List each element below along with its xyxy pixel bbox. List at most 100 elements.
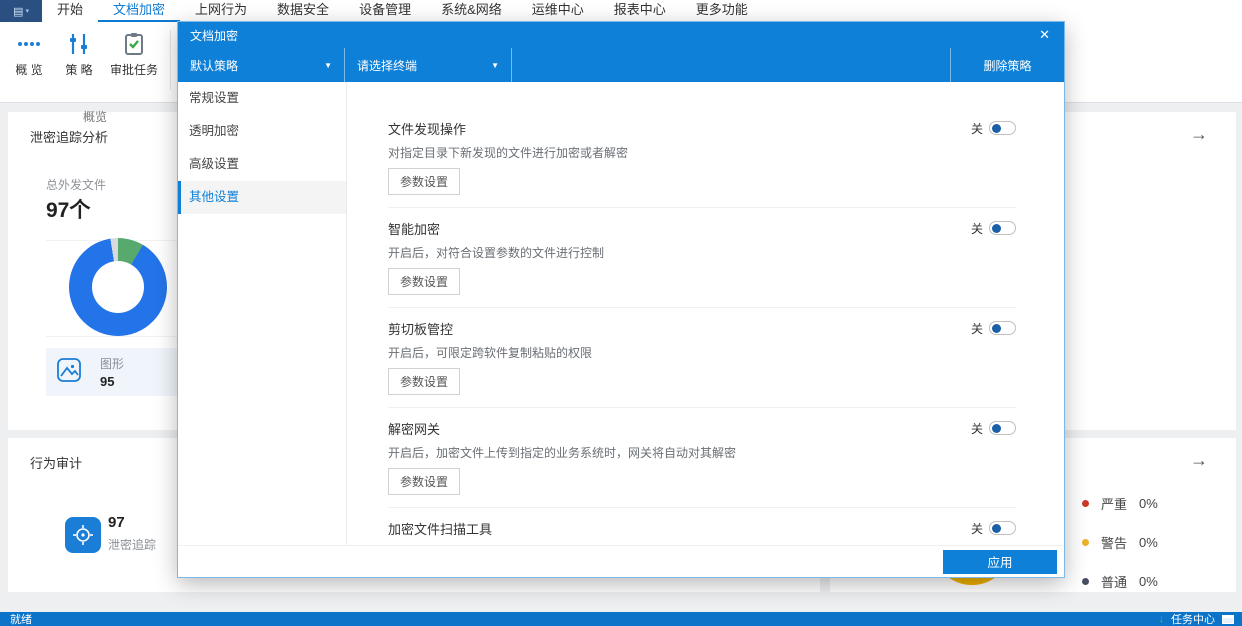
policy-dropdown[interactable]: 默认策略 ▼: [178, 48, 345, 82]
menu-item[interactable]: 设备管理: [344, 0, 426, 22]
delete-policy-button[interactable]: 删除策略: [951, 48, 1064, 82]
arrow-right-icon[interactable]: →: [1190, 450, 1208, 471]
legend-item: 严重 0%: [1082, 494, 1158, 513]
tool-label: 审批任务: [109, 63, 158, 77]
chevron-down-icon: ▼: [324, 60, 332, 70]
download-arrow-icon[interactable]: ↓: [1159, 613, 1165, 625]
menu-item[interactable]: 更多功能: [681, 0, 763, 22]
legend-label: 普通: [1101, 575, 1128, 590]
setting-row: 加密文件扫描工具 关 开启后，终端可以使用扫描工具扫描本地磁盘上的加密文件及解密…: [388, 508, 1016, 545]
grid-icon: [16, 31, 42, 57]
tool-policy[interactable]: 策 略: [54, 28, 104, 78]
setting-description: 开启后，可限定跨软件复制粘贴的权限: [388, 346, 593, 360]
chevron-down-icon: ▼: [491, 60, 499, 70]
card-title: 行为审计: [30, 456, 83, 471]
menu-item[interactable]: 开始: [42, 0, 98, 22]
menu-item[interactable]: 上网行为: [180, 0, 262, 22]
menu-item[interactable]: 数据安全: [262, 0, 344, 22]
toggle-state-label: 关: [970, 521, 983, 536]
setting-title: 解密网关: [388, 421, 441, 437]
toggle-switch[interactable]: [989, 221, 1016, 235]
legend-label: 警告: [1101, 536, 1128, 551]
tool-label: 策 略: [65, 63, 93, 77]
toggle-knob: [992, 523, 1001, 533]
toggle-state-label: 关: [970, 421, 983, 436]
dialog-titlebar: 文档加密 ✕: [178, 22, 1064, 48]
toggle-switch[interactable]: [989, 321, 1016, 335]
sidebar-item[interactable]: 透明加密: [178, 115, 346, 148]
legend-dot: [1082, 539, 1089, 546]
setting-description: 开启后，对符合设置参数的文件进行控制: [388, 246, 605, 260]
setting-title: 加密文件扫描工具: [388, 521, 493, 537]
audit-value: 97: [108, 514, 125, 531]
parameter-settings-button[interactable]: 参数设置: [388, 468, 461, 495]
clipboard-check-icon: [121, 31, 147, 57]
settings-sidebar: 常规设置 透明加密 高级设置 其他设置: [178, 82, 347, 545]
setting-title: 剪切板管控: [388, 321, 454, 337]
app-icon: ▤: [13, 5, 24, 18]
toggle-switch[interactable]: [989, 521, 1016, 535]
toggle-state-label: 关: [970, 121, 983, 136]
card-title: 泄密追踪分析: [30, 130, 109, 145]
ribbon-divider: [170, 30, 171, 90]
dialog-title: 文档加密: [190, 28, 239, 43]
list-item-value: 95: [100, 374, 115, 389]
stat-label: 总外发文件: [46, 178, 107, 192]
task-center-link[interactable]: 任务中心: [1171, 611, 1215, 626]
toggle-switch[interactable]: [989, 121, 1016, 135]
legend-item: 普通 0%: [1082, 572, 1158, 591]
toggle-knob: [992, 223, 1001, 233]
menu-item[interactable]: 报表中心: [599, 0, 681, 22]
alert-legend: 严重 0% 警告 0% 普通 0%: [1082, 494, 1158, 591]
legend-dot: [1082, 500, 1089, 507]
app-menu-button[interactable]: ▤ ▾: [0, 0, 42, 22]
toggle-knob: [992, 423, 1001, 433]
toggle-state-label: 关: [970, 321, 983, 336]
setting-description: 开启后，加密文件上传到指定的业务系统时，网关将自动对其解密: [388, 446, 737, 460]
status-ready-text: 就绪: [10, 614, 32, 626]
legend-value: 0%: [1139, 574, 1158, 589]
toolbar-spacer: [512, 48, 951, 82]
terminal-dropdown-placeholder: 请选择终端: [357, 58, 418, 73]
setting-row: 解密网关 关 开启后，加密文件上传到指定的业务系统时，网关将自动对其解密 参数设…: [388, 408, 1016, 508]
tool-overview[interactable]: 概 览: [4, 28, 54, 78]
toggle-switch[interactable]: [989, 421, 1016, 435]
parameter-settings-button[interactable]: 参数设置: [388, 368, 461, 395]
parameter-settings-button[interactable]: 参数设置: [388, 168, 461, 195]
menu-item[interactable]: 文档加密: [98, 0, 181, 22]
setting-title: 文件发现操作: [388, 121, 467, 137]
image-icon: [56, 357, 82, 388]
close-icon[interactable]: ✕: [1039, 27, 1050, 43]
task-window-icon[interactable]: [1222, 614, 1234, 624]
stat-value: 97个: [46, 199, 91, 222]
menu-item[interactable]: 运维中心: [517, 0, 599, 22]
toggle-knob: [992, 123, 1001, 133]
setting-row: 智能加密 关 开启后，对符合设置参数的文件进行控制 参数设置: [388, 208, 1016, 308]
legend-value: 0%: [1139, 535, 1158, 550]
tool-label: 概 览: [15, 63, 43, 77]
legend-item: 警告 0%: [1082, 533, 1158, 552]
parameter-settings-button[interactable]: 参数设置: [388, 268, 461, 295]
setting-description: 对指定目录下新发现的文件进行加密或者解密: [388, 146, 629, 160]
arrow-right-icon[interactable]: →: [1190, 124, 1208, 145]
legend-value: 0%: [1139, 496, 1158, 511]
legend-label: 严重: [1101, 497, 1128, 512]
list-item-label: 图形: [100, 357, 125, 371]
sidebar-item[interactable]: 其他设置: [178, 181, 346, 214]
tool-approval-tasks[interactable]: 审批任务: [104, 28, 164, 78]
setting-title: 智能加密: [388, 221, 441, 237]
terminal-dropdown[interactable]: 请选择终端 ▼: [345, 48, 512, 82]
apply-button[interactable]: 应用: [943, 549, 1057, 574]
audit-label: 泄密追踪: [108, 538, 157, 552]
menu-item[interactable]: 系统&网络: [426, 0, 517, 22]
document-encryption-dialog: 文档加密 ✕ 默认策略 ▼ 请选择终端 ▼ 删除策略 常规设置 透明加密 高级设置其…: [178, 22, 1064, 577]
ribbon-group-label: 概览: [82, 110, 107, 124]
status-bar: 就绪 ↓ 任务中心: [0, 612, 1242, 626]
policy-dropdown-value: 默认策略: [190, 58, 239, 73]
sidebar-item[interactable]: 高级设置: [178, 148, 346, 181]
sidebar-item[interactable]: 常规设置: [178, 82, 346, 115]
trace-target-icon[interactable]: [65, 517, 101, 553]
outbound-files-donut-chart: [69, 238, 167, 336]
menu-bar: ▤ ▾ 开始 文档加密 上网行为 数据安全 设备管理 系统&网络 运维中心 报表中心 更多功能: [0, 0, 1242, 22]
chevron-down-icon: ▾: [25, 8, 29, 15]
